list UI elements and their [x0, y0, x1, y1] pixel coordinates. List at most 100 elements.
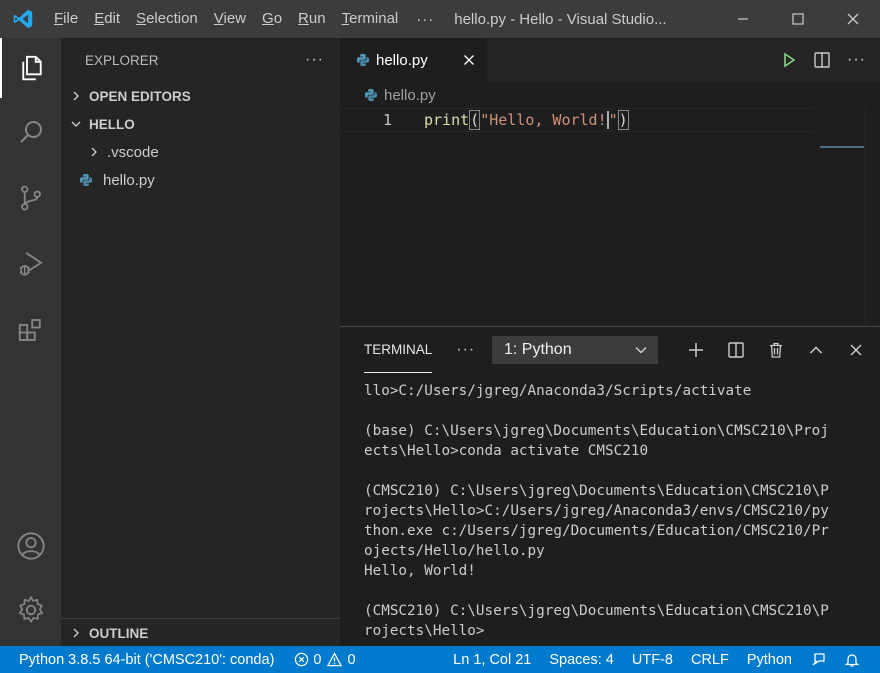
split-editor-button[interactable]	[813, 51, 831, 69]
split-terminal-button[interactable]	[716, 341, 756, 359]
folder-hello-label: HELLO	[89, 116, 135, 132]
python-file-icon	[356, 53, 370, 67]
code-token-string: "Hello, World!	[480, 110, 607, 129]
files-icon	[21, 55, 42, 81]
tab-hello-py[interactable]: hello.py	[340, 38, 487, 82]
panel-more-button[interactable]: ···	[456, 341, 475, 359]
activity-source-control[interactable]	[0, 168, 61, 228]
activity-manage[interactable]	[0, 580, 61, 640]
error-icon	[295, 652, 309, 667]
python-interpreter-status[interactable]: Python 3.8.5 64-bit ('CMSC210': conda)	[0, 652, 283, 668]
menu-edit[interactable]: Edit	[86, 0, 128, 38]
tab-terminal[interactable]: TERMINAL	[364, 327, 433, 373]
activity-run-debug[interactable]	[0, 234, 61, 294]
menu-selection[interactable]: Selection	[128, 0, 206, 38]
eol-status[interactable]: CRLF	[682, 652, 738, 668]
editor-group: hello.py ··· hello.py 1 print("Hello, Wo…	[340, 38, 880, 326]
menu-file[interactable]: File	[46, 0, 86, 38]
editor-more-button[interactable]: ···	[847, 51, 866, 69]
python-file-icon	[79, 173, 97, 187]
source-control-icon	[20, 185, 41, 211]
menu-view[interactable]: View	[206, 0, 254, 38]
encoding-status[interactable]: UTF-8	[623, 652, 682, 668]
feedback-icon	[812, 652, 825, 665]
new-terminal-button[interactable]	[676, 341, 716, 359]
minimap[interactable]	[820, 146, 864, 148]
terminal-line: ojects/Hello/hello.py	[364, 543, 545, 559]
chevron-down-icon	[634, 343, 648, 362]
close-window-button[interactable]	[825, 0, 880, 38]
tree-item-label: hello.py	[103, 171, 155, 189]
terminal-select[interactable]: 1: Python	[492, 336, 658, 364]
editor-actions: ···	[781, 38, 866, 82]
terminal-line: rojects\Hello>C:/Users/jgreg/Anaconda3/e…	[364, 503, 829, 519]
warning-count: 0	[347, 651, 356, 668]
vscode-logo-icon	[0, 0, 46, 38]
menu-run[interactable]: Run	[290, 0, 334, 38]
notifications-button[interactable]	[835, 652, 880, 668]
close-icon	[847, 13, 858, 25]
language-mode-status[interactable]: Python	[738, 652, 801, 668]
editor-scrollbar[interactable]	[865, 108, 866, 326]
open-editors-label: OPEN EDITORS	[89, 88, 191, 104]
chevron-up-icon	[809, 346, 823, 354]
code-text[interactable]: print("Hello, World! ")	[424, 109, 629, 130]
menu-go[interactable]: Go	[254, 0, 290, 38]
menu-terminal[interactable]: Terminal	[334, 0, 407, 38]
run-python-file-button[interactable]	[781, 52, 797, 68]
folder-hello-section[interactable]: HELLO	[61, 110, 340, 138]
activity-search[interactable]	[0, 102, 61, 162]
tree-item-label: .vscode	[107, 143, 159, 161]
feedback-button[interactable]	[801, 652, 835, 668]
menu-more-button[interactable]: ···	[406, 11, 444, 28]
extensions-icon	[18, 319, 41, 341]
activity-explorer[interactable]	[0, 38, 61, 98]
activity-extensions[interactable]	[0, 300, 61, 360]
manage-gear-icon	[18, 595, 43, 623]
bell-icon	[844, 653, 860, 667]
code-line-1[interactable]: 1 print("Hello, World! ")	[340, 108, 815, 132]
outline-section[interactable]: OUTLINE	[61, 618, 340, 646]
tree-item-hello-py[interactable]: hello.py	[61, 166, 340, 194]
code-token-paren: (	[469, 109, 481, 130]
terminal-panel: TERMINAL ··· 1: Python llo>C:/Users/jgre…	[340, 326, 880, 646]
code-token-function: print	[424, 110, 470, 129]
maximize-button[interactable]	[770, 0, 825, 38]
explorer-more-button[interactable]: ···	[305, 51, 324, 69]
breadcrumb-file-label: hello.py	[384, 86, 436, 104]
code-token-string-end: "	[608, 110, 618, 129]
minimize-icon	[737, 18, 748, 20]
split-terminal-icon	[728, 342, 744, 358]
terminal-line: (CMSC210) C:\Users\jgreg\Documents\Educa…	[364, 483, 829, 499]
problems-status[interactable]: 0 0	[285, 652, 364, 668]
open-editors-section[interactable]: OPEN EDITORS	[61, 82, 340, 110]
play-icon	[784, 52, 796, 68]
python-file-icon	[364, 88, 378, 102]
terminal-output[interactable]: llo>C:/Users/jgreg/Anaconda3/Scripts/act…	[340, 373, 880, 641]
cursor-position-status[interactable]: Ln 1, Col 21	[444, 652, 540, 668]
close-icon	[464, 55, 474, 65]
close-icon	[850, 344, 862, 356]
tree-item-vscode-folder[interactable]: .vscode	[61, 138, 340, 166]
activity-bar	[0, 38, 61, 646]
tab-close-button[interactable]	[463, 54, 475, 66]
editor-tab-bar: hello.py ···	[340, 38, 880, 82]
explorer-title: EXPLORER	[85, 52, 159, 68]
activity-accounts[interactable]	[0, 516, 61, 576]
chevron-down-icon	[67, 119, 85, 129]
terminal-line: llo>C:/Users/jgreg/Anaconda3/Scripts/act…	[364, 383, 752, 399]
line-number: 1	[382, 111, 392, 129]
split-editor-icon	[814, 52, 830, 68]
indentation-status[interactable]: Spaces: 4	[540, 652, 623, 668]
maximize-panel-button[interactable]	[796, 342, 836, 358]
breadcrumb[interactable]: hello.py	[340, 82, 880, 108]
trash-icon	[770, 342, 782, 358]
minimize-button[interactable]	[715, 0, 770, 38]
plus-icon	[689, 343, 703, 357]
close-panel-button[interactable]	[836, 343, 876, 357]
outline-label: OUTLINE	[89, 625, 149, 641]
kill-terminal-button[interactable]	[756, 341, 796, 359]
terminal-select-value: 1: Python	[504, 341, 572, 358]
tab-label: hello.py	[376, 51, 428, 69]
